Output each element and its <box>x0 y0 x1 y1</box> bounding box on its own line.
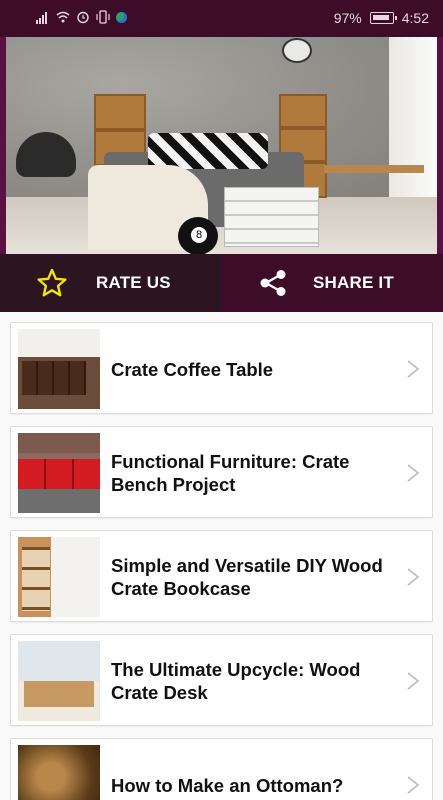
crate-desk-thumb <box>18 641 100 721</box>
eight-ball <box>178 217 218 254</box>
hero-image <box>6 37 437 254</box>
wall-clock <box>282 38 312 63</box>
status-bar: 97% 4:52 <box>0 0 443 37</box>
share-it-label: SHARE IT <box>313 273 394 292</box>
list-item[interactable]: The Ultimate Upcycle: Wood Crate Desk <box>10 634 433 726</box>
wifi-icon <box>56 11 70 23</box>
article-title: How to Make an Ottoman? <box>111 774 344 796</box>
share-icon <box>260 270 286 296</box>
chevron-right-icon <box>407 568 420 586</box>
clock-time: 4:52 <box>401 10 429 26</box>
app-notification-icon <box>116 11 127 23</box>
battery-icon <box>369 12 397 24</box>
hero-banner <box>0 37 443 254</box>
article-title: Functional Furniture: Crate Bench Projec… <box>111 451 350 495</box>
white-crate-table <box>224 187 319 247</box>
crate-bench-thumb <box>18 433 100 513</box>
patterned-pillow <box>148 133 268 169</box>
list-item[interactable]: Crate Coffee Table <box>10 322 433 414</box>
status-right: 97% 4:52 <box>334 10 429 26</box>
status-left-icons <box>36 10 127 24</box>
signal-icon <box>36 12 47 24</box>
chevron-right-icon <box>407 776 420 794</box>
star-icon <box>37 268 67 297</box>
list-item[interactable]: Functional Furniture: Crate Bench Projec… <box>10 426 433 518</box>
chevron-right-icon <box>407 672 420 690</box>
vibrate-icon <box>96 10 110 24</box>
list-item[interactable]: How to Make an Ottoman? <box>10 738 433 800</box>
list-item[interactable]: Simple and Versatile DIY Wood Crate Book… <box>10 530 433 622</box>
crate-coffee-table-thumb <box>18 329 100 409</box>
article-title: Crate Coffee Table <box>111 358 274 380</box>
article-title: Simple and Versatile DIY Wood Crate Book… <box>111 555 383 599</box>
rate-us-button[interactable]: RATE US <box>0 254 221 312</box>
action-bar: RATE US SHARE IT <box>0 254 443 312</box>
chevron-right-icon <box>407 464 420 482</box>
article-title: The Ultimate Upcycle: Wood Crate Desk <box>111 659 361 703</box>
rate-us-label: RATE US <box>96 273 171 292</box>
ottoman-thumb <box>18 745 100 800</box>
article-list: Crate Coffee Table Functional Furniture:… <box>0 312 443 800</box>
chevron-right-icon <box>407 360 420 378</box>
crate-shelf <box>94 94 146 130</box>
crate-bookcase-thumb <box>18 537 100 617</box>
battery-percent: 97% <box>333 10 362 26</box>
side-table <box>324 165 424 173</box>
share-it-button[interactable]: SHARE IT <box>221 254 443 312</box>
alarm-icon <box>77 11 89 24</box>
crate-shelf <box>279 94 327 128</box>
